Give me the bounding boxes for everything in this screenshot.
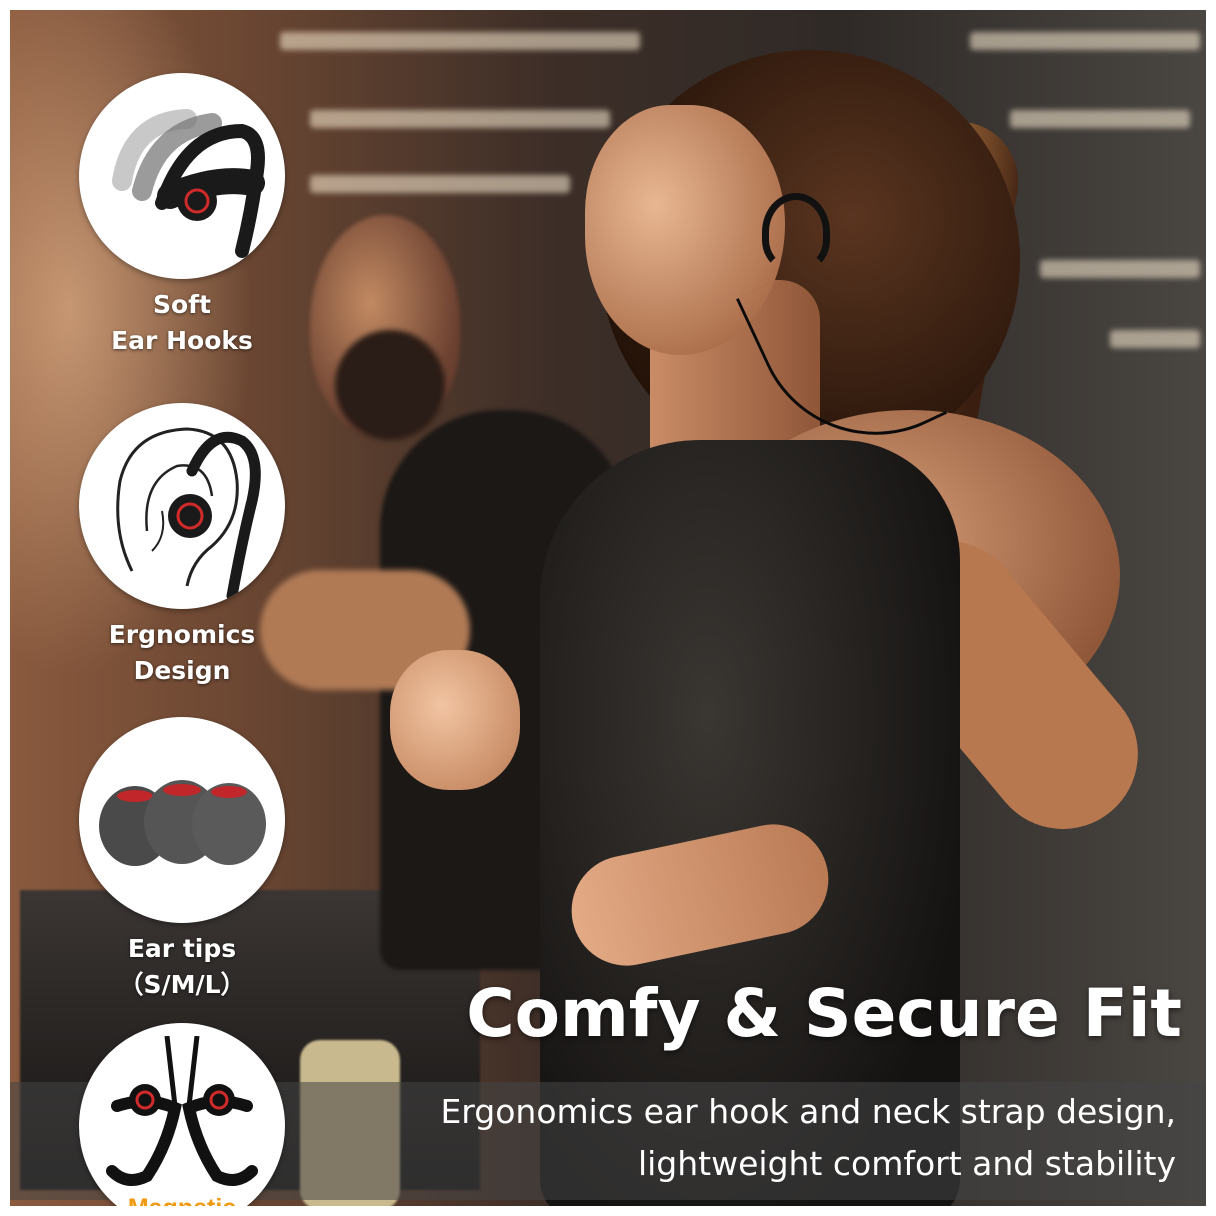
woman-hand [390, 650, 520, 790]
ceiling-light [310, 110, 610, 128]
feature-label: Soft Ear Hooks [111, 290, 253, 355]
feature-soft-ear-hooks: Soft Ear Hooks [72, 73, 292, 359]
ear-tips-icon [99, 780, 266, 866]
ceiling-light [970, 32, 1200, 50]
ceiling-light [280, 32, 640, 50]
magnetic-label: Magnetic [128, 1194, 236, 1206]
ceiling-light [310, 175, 570, 193]
subtitle-line-1: Ergonomics ear hook and neck strap desig… [440, 1092, 1176, 1131]
subtitle-line-2: lightweight comfort and stability [637, 1144, 1176, 1183]
feature-ergonomics-design: Ergnomics Design [72, 403, 292, 689]
magnetic-earbuds-icon [106, 1036, 258, 1186]
feature-label: Ergnomics Design [108, 620, 256, 685]
ear-fit-icon [116, 427, 261, 601]
background-runner-beard [335, 330, 445, 440]
ceiling-light [1040, 260, 1200, 278]
feature-circle [79, 717, 285, 923]
feature-circle [79, 73, 285, 279]
feature-circle: Magnetic [79, 1023, 285, 1206]
feature-label: Ear tips （S/M/L） [118, 934, 246, 999]
feature-magnetic: Magnetic [72, 1023, 292, 1206]
headline: Comfy & Secure Fit [466, 975, 1182, 1052]
feature-circle [79, 403, 285, 609]
product-banner: Soft Ear Hooks Ergnomics Design Ear tips… [10, 10, 1206, 1206]
ceiling-light [1110, 330, 1200, 348]
ceiling-light [1010, 110, 1190, 128]
ear-hook-flex-icon [112, 109, 265, 258]
feature-ear-tips: Ear tips （S/M/L） [72, 717, 292, 1003]
